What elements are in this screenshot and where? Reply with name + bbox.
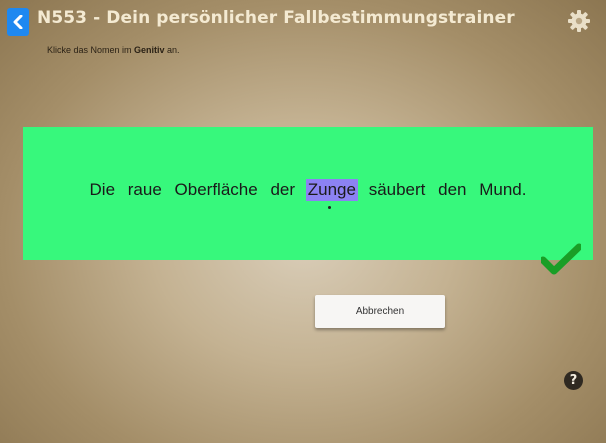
word-die[interactable]: Die <box>88 179 118 201</box>
word-zunge-selected[interactable]: Zunge <box>305 179 358 201</box>
word-raue[interactable]: raue <box>126 179 164 201</box>
word-mund[interactable]: Mund. <box>477 179 528 201</box>
instruction-emphasis: Genitiv <box>134 45 165 55</box>
instruction-prefix: Klicke das Nomen im <box>47 45 135 55</box>
checkmark-icon <box>541 243 581 275</box>
settings-button[interactable] <box>566 8 592 34</box>
instruction-suffix: an. <box>164 45 180 55</box>
word-saeubert[interactable]: säubert <box>367 179 428 201</box>
help-icon: ? <box>569 373 578 388</box>
chevron-left-icon <box>13 15 23 29</box>
instruction-text: Klicke das Nomen im Genitiv an. <box>47 45 180 55</box>
page-title: N553 - Dein persönlicher Fallbestimmungs… <box>37 8 515 28</box>
exercise-panel: Die raue Oberfläche der Zunge säubert de… <box>23 127 593 260</box>
word-oberflaeche[interactable]: Oberfläche <box>173 179 260 201</box>
sentence: Die raue Oberfläche der Zunge säubert de… <box>23 179 593 201</box>
help-button[interactable]: ? <box>564 371 583 390</box>
back-button[interactable] <box>7 8 29 36</box>
word-der[interactable]: der <box>268 179 297 201</box>
cursor-indicator <box>328 206 331 209</box>
word-den[interactable]: den <box>436 179 468 201</box>
cancel-button[interactable]: Abbrechen <box>315 295 445 328</box>
gear-icon <box>568 10 590 32</box>
